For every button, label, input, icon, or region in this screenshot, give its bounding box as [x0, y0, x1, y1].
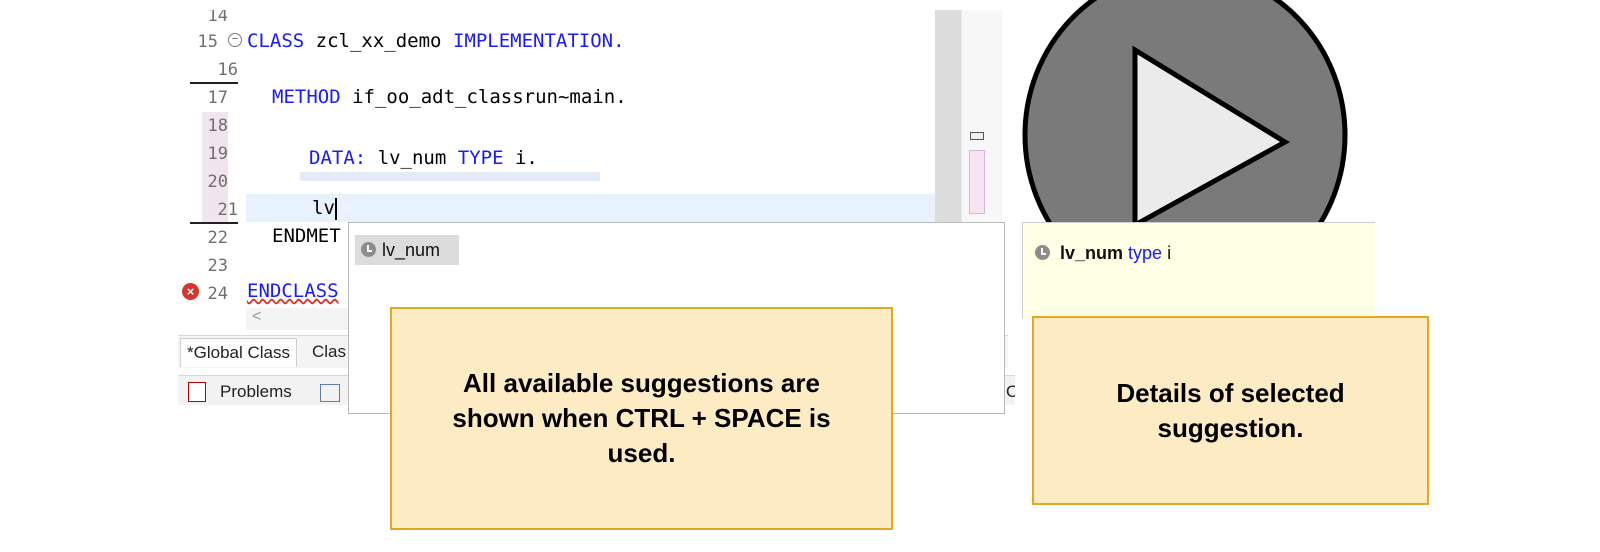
- completion-item[interactable]: lv_num: [355, 235, 459, 265]
- line-number: 17: [207, 88, 228, 108]
- occurrence-highlight: [300, 172, 600, 181]
- detail-name: lv_num: [1060, 243, 1124, 263]
- collapse-icon[interactable]: −: [228, 33, 242, 47]
- callout-suggestions: All available suggestions are shown when…: [390, 307, 893, 530]
- line-number: 21: [190, 200, 238, 224]
- problems-icon: [188, 382, 206, 402]
- line-number: 22: [207, 228, 228, 248]
- error-icon[interactable]: ×: [182, 283, 199, 300]
- text-cursor: [334, 197, 337, 220]
- line-number: 19: [207, 144, 228, 164]
- code-line-24[interactable]: ENDCLASS: [247, 280, 339, 302]
- view-tab-stub[interactable]: O: [1006, 382, 1015, 402]
- clock-icon: [1035, 245, 1050, 261]
- code-line-21[interactable]: lv: [312, 197, 337, 220]
- clock-icon: [361, 242, 376, 258]
- code-line-17[interactable]: METHOD if_oo_adt_classrun~main.: [272, 86, 627, 108]
- line-number: 16: [190, 60, 238, 84]
- table-icon[interactable]: [320, 384, 340, 402]
- code-line-22[interactable]: ENDMET: [272, 225, 341, 247]
- current-line-highlight: [246, 194, 935, 222]
- tab-problems[interactable]: Problems: [220, 382, 292, 402]
- tab-global-class[interactable]: *Global Class: [180, 338, 297, 367]
- line-number: 14: [207, 10, 228, 26]
- code-line-15[interactable]: CLASS zcl_xx_demo IMPLEMENTATION.: [247, 30, 625, 52]
- code-line-19[interactable]: DATA: lv_num TYPE i.: [309, 147, 538, 169]
- detail-keyword: type: [1128, 243, 1163, 263]
- line-number: 20: [207, 172, 228, 192]
- tab-class[interactable]: Clas: [306, 338, 352, 366]
- detail-type: i: [1167, 243, 1172, 263]
- line-number: 18: [207, 116, 228, 136]
- ruler-region[interactable]: [969, 150, 985, 214]
- scroll-left-arrow[interactable]: <: [252, 308, 261, 326]
- ruler-mark[interactable]: [970, 132, 984, 140]
- line-number: 23: [207, 256, 228, 276]
- callout-details: Details of selected suggestion.: [1032, 316, 1429, 505]
- suggestion-details-panel: lv_num type i: [1022, 222, 1375, 318]
- play-icon[interactable]: [1020, 0, 1350, 303]
